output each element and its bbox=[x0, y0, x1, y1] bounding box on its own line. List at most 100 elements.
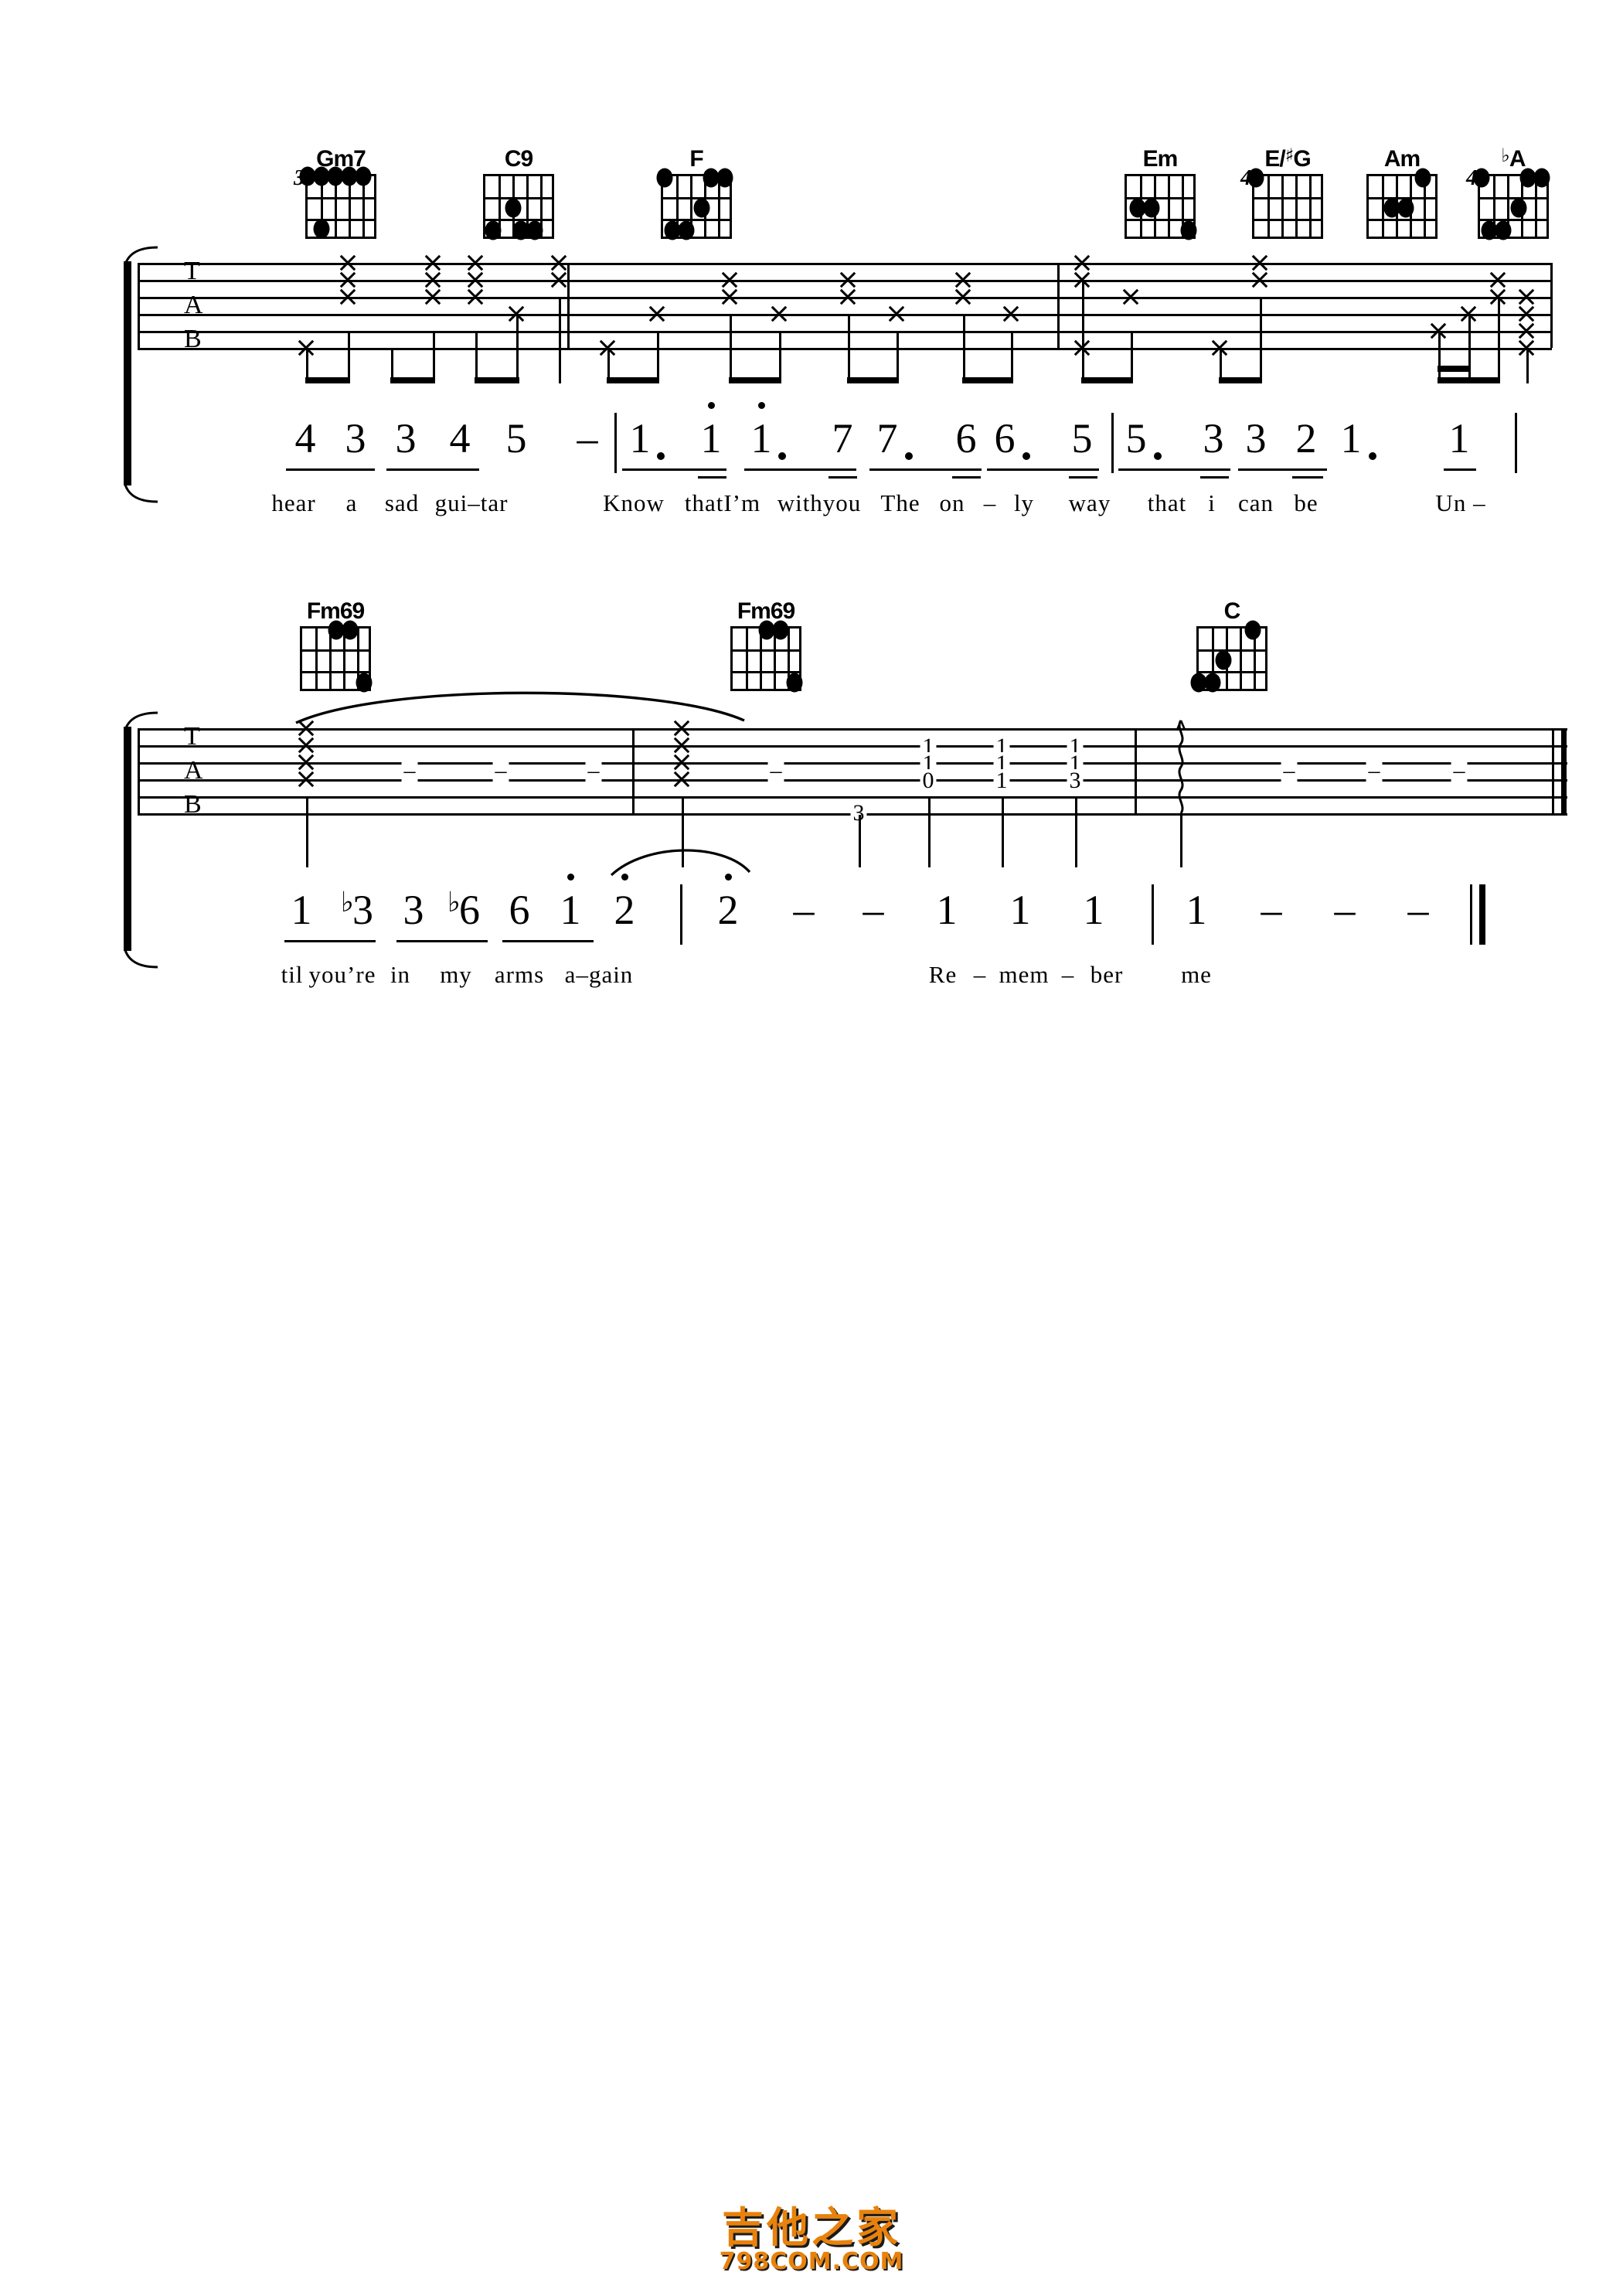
barline-final-thin bbox=[1552, 728, 1554, 813]
jianpu-note: 6 bbox=[509, 887, 530, 933]
note-stem bbox=[1002, 796, 1004, 867]
tab-fret-number: 0 bbox=[920, 769, 937, 792]
jianpu-duration-dot bbox=[657, 452, 665, 460]
jianpu-duration-dot bbox=[1154, 452, 1162, 460]
tab-rest-dash: – bbox=[1451, 759, 1468, 782]
jianpu-barline bbox=[680, 884, 682, 945]
tab-line-5 bbox=[138, 796, 1567, 799]
jianpu-underbeam bbox=[829, 476, 857, 479]
jianpu-note: 4 bbox=[449, 415, 471, 462]
tab-clef-letter-a: A bbox=[184, 756, 203, 785]
jianpu-note: 1 bbox=[1448, 415, 1470, 462]
note-stem bbox=[730, 314, 732, 383]
lyric-word: way bbox=[1068, 489, 1111, 516]
lyric-word: Un – bbox=[1435, 489, 1486, 516]
jianpu-note: 1 bbox=[936, 887, 958, 933]
lyric-word: withyou bbox=[777, 489, 862, 516]
jianpu-duration-dot bbox=[1022, 452, 1030, 460]
jianpu-note: 1 bbox=[1186, 887, 1207, 933]
note-stem bbox=[516, 314, 519, 383]
watermark-brand: 吉他之家 bbox=[721, 2203, 901, 2252]
note-beam bbox=[305, 377, 350, 383]
lyric-word: – bbox=[973, 961, 987, 988]
lyric-word: ly bbox=[1013, 489, 1035, 516]
jianpu-dash: – bbox=[1334, 887, 1356, 933]
lyric-word: be bbox=[1294, 489, 1318, 516]
lyric-word: i bbox=[1208, 489, 1216, 516]
jianpu-note-number: 6 bbox=[458, 887, 480, 933]
tab-rest-dash: – bbox=[492, 759, 509, 782]
note-beam bbox=[390, 377, 435, 383]
note-stem bbox=[1438, 331, 1441, 383]
jianpu-note: 6 bbox=[994, 415, 1016, 462]
lyric-word: on bbox=[939, 489, 965, 516]
octave-dot-high bbox=[621, 874, 628, 881]
chord-name-c: C bbox=[1223, 598, 1241, 624]
barline-m3 bbox=[1135, 728, 1137, 813]
jianpu-duration-dot bbox=[905, 452, 913, 460]
lyric-word: Know bbox=[603, 489, 665, 516]
jianpu-note: ♭6 bbox=[447, 887, 480, 933]
lyric-word: The bbox=[880, 489, 920, 516]
jianpu-note: 1 bbox=[560, 874, 581, 931]
note-stem bbox=[475, 331, 478, 383]
jianpu-note: 1 bbox=[700, 402, 722, 462]
jianpu-note-number: 1 bbox=[750, 415, 772, 462]
note-stem bbox=[1260, 297, 1262, 383]
jianpu-note-number: 2 bbox=[717, 887, 739, 933]
jianpu-note: 3 bbox=[1245, 415, 1267, 462]
tab-line-4 bbox=[138, 314, 1552, 316]
chord-diagram-c: C bbox=[1190, 600, 1267, 693]
site-watermark: 吉他之家 798COM.COM bbox=[720, 2207, 904, 2274]
jianpu-barline bbox=[614, 413, 617, 473]
lyric-word: til bbox=[281, 961, 304, 988]
jianpu-dash: – bbox=[793, 887, 815, 933]
barline-m2 bbox=[632, 728, 635, 813]
note-stem bbox=[433, 331, 435, 383]
tab-fret-number: 1 bbox=[993, 769, 1010, 792]
jianpu-note: 1 bbox=[750, 402, 772, 462]
jianpu-note: 3 bbox=[403, 887, 424, 933]
mute-x-mark bbox=[296, 769, 316, 789]
jianpu-note: 3 bbox=[1203, 415, 1224, 462]
lyric-word: a bbox=[345, 489, 358, 516]
jianpu-barline bbox=[1152, 884, 1154, 945]
jianpu-note: 1 bbox=[1340, 415, 1362, 462]
note-beam bbox=[1438, 366, 1470, 372]
note-beam bbox=[1081, 377, 1132, 383]
note-stem bbox=[1075, 796, 1077, 867]
jianpu-underbeam bbox=[1118, 468, 1230, 471]
jianpu-dash: – bbox=[1261, 887, 1282, 933]
jianpu-underbeam bbox=[698, 476, 726, 479]
note-beam bbox=[962, 377, 1013, 383]
jianpu-underbeam bbox=[1444, 468, 1476, 471]
jianpu-underbeam bbox=[622, 468, 726, 471]
tab-staff-2: T A B – – – – 3 1 1 0 1 1 1 1 1 3 – – – bbox=[138, 720, 1567, 867]
tab-line-1 bbox=[138, 728, 1567, 731]
tie-arc-jianpu bbox=[607, 841, 754, 878]
note-beam bbox=[1438, 377, 1499, 383]
jianpu-note-number: 1 bbox=[700, 415, 722, 462]
jianpu-dash: – bbox=[863, 887, 884, 933]
note-stem bbox=[859, 815, 861, 867]
lyric-word: mem bbox=[999, 961, 1050, 988]
jianpu-note: 2 bbox=[717, 874, 739, 933]
jianpu-underbeam bbox=[386, 468, 479, 471]
jianpu-underbeam bbox=[1069, 476, 1097, 479]
jianpu-row-2: 1 ♭3 3 ♭6 6 1 2 2 – – 1 1 1 1 – – – bbox=[0, 874, 1623, 959]
jianpu-dash: – bbox=[1407, 887, 1429, 933]
jianpu-underbeam bbox=[869, 468, 982, 471]
jianpu-underbeam bbox=[744, 468, 856, 471]
tab-fret-number: 3 bbox=[1067, 769, 1084, 792]
note-beam bbox=[607, 377, 658, 383]
lyric-word: thatI’m bbox=[684, 489, 761, 516]
lyric-word: – bbox=[1061, 961, 1075, 988]
jianpu-underbeam bbox=[952, 476, 981, 479]
note-beam bbox=[847, 377, 899, 383]
chord-name-fm69-2: Fm69 bbox=[737, 598, 795, 624]
lyrics-row-1: hear a sad gui–tar Know thatI’m withyou … bbox=[0, 491, 1623, 525]
jianpu-note: 1 bbox=[291, 887, 312, 933]
jianpu-note: 4 bbox=[294, 415, 316, 462]
lyric-word: ber bbox=[1090, 961, 1124, 988]
lyric-word: – bbox=[983, 489, 997, 516]
